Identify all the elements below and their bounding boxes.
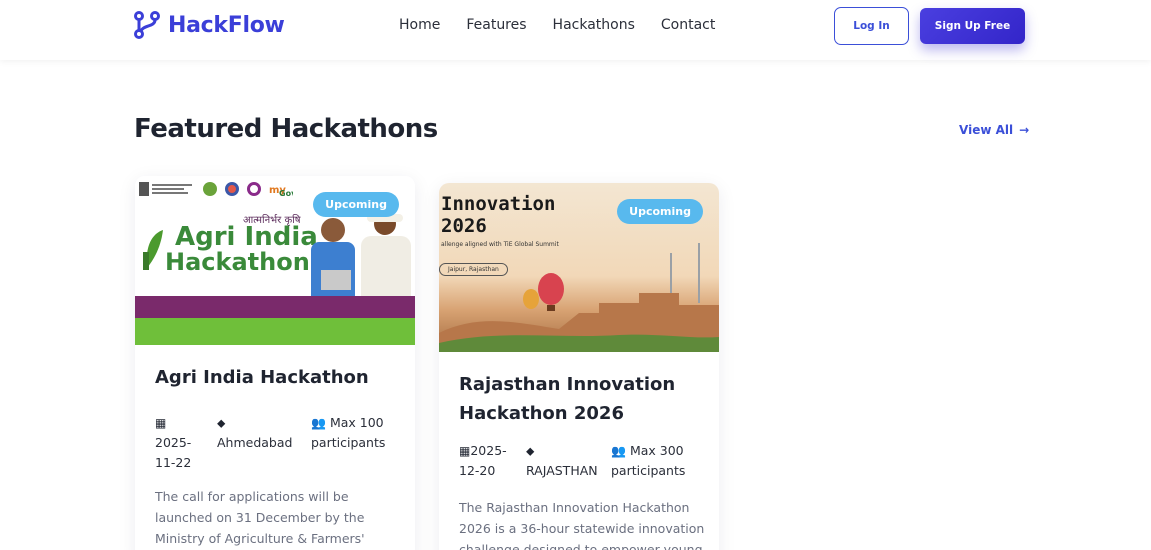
brand-name: HackFlow	[168, 12, 285, 38]
meta-location: ⬥ RAJASTHAN	[526, 441, 598, 481]
description-line: 2026 is a 36-hour statewide innovation	[459, 521, 705, 536]
calendar-icon: ▦	[459, 444, 471, 458]
map-pin-icon: ⬥	[217, 416, 226, 430]
signup-button[interactable]: Sign Up Free	[920, 8, 1025, 44]
hackflow-logo-icon	[134, 11, 160, 39]
leaf-icon	[143, 230, 163, 270]
arrow-right-icon: →	[1019, 123, 1030, 137]
meta-location: ⬥ Ahmedabad	[217, 413, 292, 453]
banner-field	[135, 318, 415, 345]
svg-text:Gov: Gov	[279, 189, 293, 197]
description-line: Ministry of Agriculture & Farmers'	[155, 531, 365, 546]
pusa-logo-icon	[247, 182, 261, 196]
users-icon: 👥	[311, 416, 326, 430]
card-description: The Rajasthan Innovation Hackathon 2026 …	[459, 497, 709, 550]
nav-home[interactable]: Home	[399, 17, 440, 33]
location-text: Ahmedabad	[217, 435, 293, 450]
card-meta: ▦2025- 12-20 ⬥ RAJASTHAN 👥 Max 300 parti…	[459, 441, 709, 483]
hackathon-card-rajasthan[interactable]: Innovation 2026 allenge aligned with TiE…	[439, 183, 719, 550]
description-line: The call for applications will be	[155, 489, 349, 504]
meta-participants: 👥 Max 100 participants	[311, 413, 385, 453]
status-badge: Upcoming	[617, 199, 703, 224]
banner-title-line1: Innovation	[441, 193, 556, 215]
fort-landscape-illustration	[439, 243, 719, 352]
description-line: The Rajasthan Innovation Hackathon	[459, 500, 690, 515]
meta-date: ▦2025- 12-20	[459, 441, 507, 481]
nav-features[interactable]: Features	[466, 17, 526, 33]
location-text: RAJASTHAN	[526, 463, 598, 478]
date-line2: 12-20	[459, 463, 496, 478]
view-all-link[interactable]: View All →	[959, 123, 1029, 137]
participants-count: Max 300	[629, 443, 684, 458]
icar-logo-icon	[203, 182, 217, 196]
date-line1: 2025-	[155, 435, 192, 450]
hackathon-banner-image: my Gov आत्मनिर्भर कृषि Agri India Hackat…	[135, 176, 415, 345]
hackathon-card-agri[interactable]: my Gov आत्मनिर्भर कृषि Agri India Hackat…	[135, 176, 415, 550]
hackathon-banner-image: Innovation 2026 allenge aligned with TiE…	[439, 183, 719, 352]
card-title-line1: Rajasthan Innovation	[459, 374, 676, 395]
brand-logo[interactable]: HackFlow	[134, 11, 285, 39]
banner-title-line2: Hackathon	[165, 248, 310, 276]
description-line: challenge designed to empower young	[459, 542, 703, 550]
card-description: The call for applications will be launch…	[155, 486, 400, 549]
card-title: Agri India Hackathon	[155, 367, 369, 388]
login-button[interactable]: Log In	[834, 7, 909, 45]
calendar-icon: ▦	[155, 416, 167, 430]
banner-info-strip	[135, 296, 415, 318]
date-line1: 2025-	[470, 443, 507, 458]
institute-logo-icon	[225, 182, 239, 196]
top-navbar: HackFlow Home Features Hackathons Contac…	[0, 0, 1151, 60]
partner-logos: my Gov	[139, 180, 293, 198]
mygov-logo-icon: my Gov	[269, 185, 293, 197]
status-badge: Upcoming	[313, 192, 399, 217]
main-nav: Home Features Hackathons Contact	[399, 17, 715, 33]
participants-count: Max 100	[329, 415, 384, 430]
users-icon: 👥	[611, 444, 626, 458]
date-line2: 11-22	[155, 455, 192, 470]
nav-hackathons[interactable]: Hackathons	[553, 17, 635, 33]
view-all-label: View All	[959, 123, 1014, 137]
participants-label: participants	[611, 463, 686, 478]
participants-label: participants	[311, 435, 386, 450]
ministry-emblem-icon	[139, 182, 192, 196]
meta-participants: 👥 Max 300 participants	[611, 441, 685, 481]
card-meta: ▦ 2025- 11-22 ⬥ Ahmedabad 👥 Max 100 part…	[155, 413, 405, 473]
section-title: Featured Hackathons	[134, 114, 438, 144]
map-pin-icon: ⬥	[526, 444, 535, 458]
description-line: launched on 31 December by the	[155, 510, 365, 525]
nav-contact[interactable]: Contact	[661, 17, 715, 33]
card-title-line2: Hackathon 2026	[459, 403, 624, 424]
meta-date: ▦ 2025- 11-22	[155, 413, 191, 473]
banner-title-line2: 2026	[441, 215, 487, 237]
